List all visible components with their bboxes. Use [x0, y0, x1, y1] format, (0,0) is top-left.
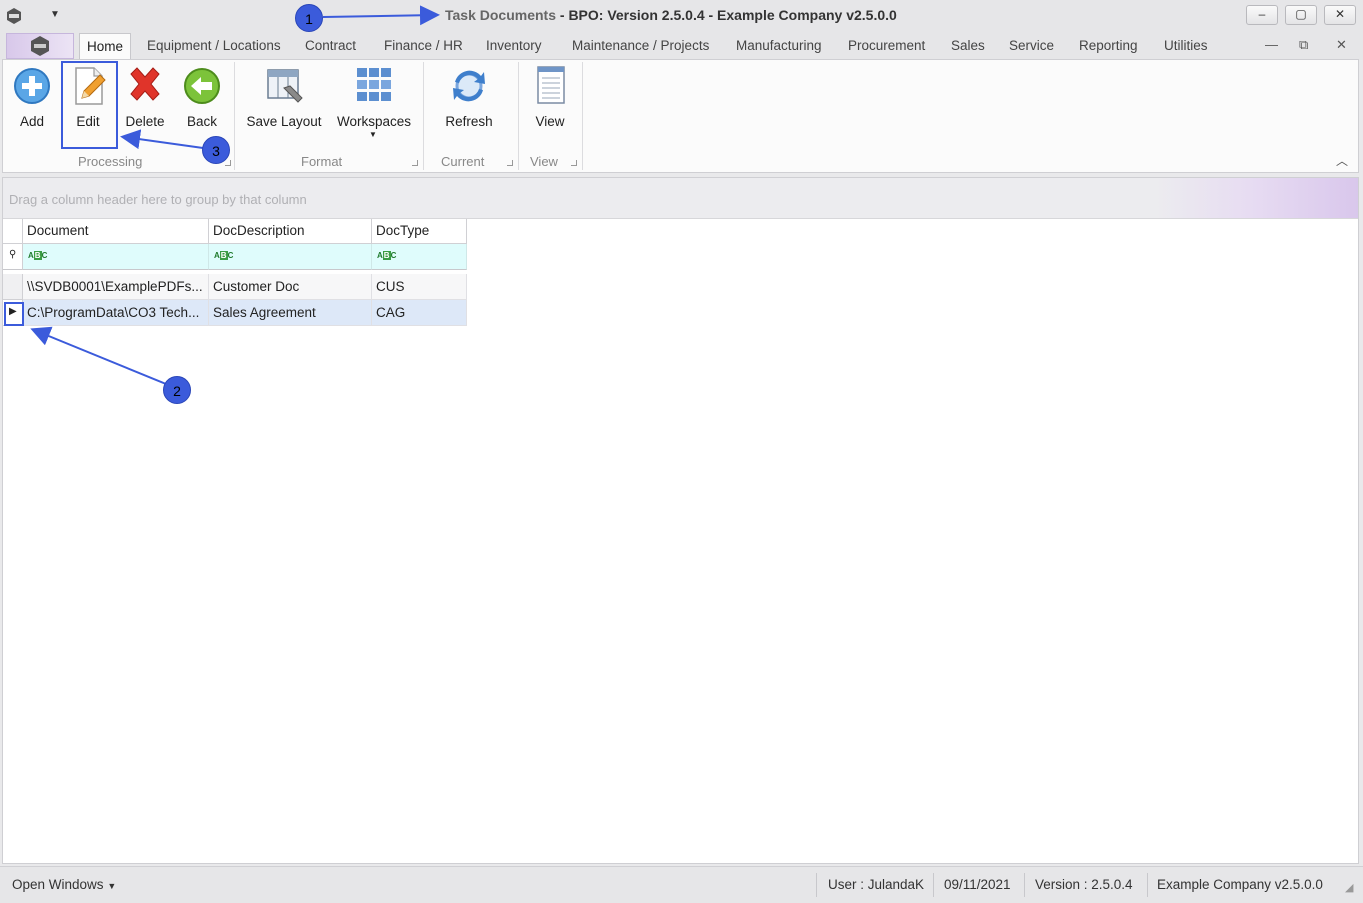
- column-header-docdescription[interactable]: DocDescription: [209, 219, 372, 244]
- column-header-document[interactable]: Document: [23, 219, 209, 244]
- restore-button[interactable]: ▢: [1285, 5, 1317, 25]
- status-bar: Open Windows ▼ User : JulandaK 09/11/202…: [0, 866, 1363, 903]
- tab-inventory[interactable]: Inventory: [486, 33, 542, 60]
- group-separator: [234, 62, 235, 170]
- resize-grip-icon[interactable]: ◢: [1345, 881, 1353, 894]
- add-icon: [14, 68, 50, 104]
- group-by-panel[interactable]: Drag a column header here to group by th…: [3, 178, 1358, 219]
- status-company: Example Company v2.5.0.0: [1157, 877, 1323, 892]
- tab-contract[interactable]: Contract: [305, 33, 356, 60]
- current-dialog-launcher-icon[interactable]: [507, 160, 513, 166]
- annotation-badge-1: 1: [295, 4, 323, 32]
- group-label-format: Format: [301, 154, 343, 169]
- table-cell-doctype[interactable]: CAG: [372, 300, 467, 326]
- tab-home[interactable]: Home: [79, 33, 132, 60]
- group-label-current: Current: [441, 154, 485, 169]
- status-separator: [933, 873, 934, 897]
- text-filter-icon: ABC: [28, 251, 48, 260]
- mdi-restore-icon[interactable]: ⧉: [1299, 37, 1308, 53]
- ribbon-tabs: Home Equipment / Locations Contract Fina…: [0, 33, 1363, 60]
- text-filter-icon: ABC: [377, 251, 397, 260]
- view-dialog-launcher-icon[interactable]: [571, 160, 577, 166]
- status-separator: [1147, 873, 1148, 897]
- app-menu-logo-icon: [31, 36, 49, 56]
- documents-grid: Drag a column header here to group by th…: [2, 177, 1359, 864]
- tab-manufacturing[interactable]: Manufacturing: [736, 33, 822, 60]
- workspaces-icon: [357, 68, 391, 101]
- status-date: 09/11/2021: [944, 877, 1011, 892]
- tab-reporting[interactable]: Reporting: [1079, 33, 1138, 60]
- quick-access-dropdown-icon[interactable]: ▼: [50, 9, 60, 20]
- format-dialog-launcher-icon[interactable]: [412, 160, 418, 166]
- delete-button[interactable]: Delete: [121, 64, 169, 150]
- minimize-button[interactable]: –: [1246, 5, 1278, 25]
- tab-service[interactable]: Service: [1009, 33, 1054, 60]
- filter-cell-docdescription[interactable]: ABC: [209, 244, 372, 270]
- edit-highlight-box: [61, 61, 118, 149]
- back-arrow-icon: [184, 68, 220, 104]
- row-indicator[interactable]: [3, 274, 23, 300]
- annotation-badge-2: 2: [163, 376, 191, 404]
- filter-pin-icon: ⚲: [9, 249, 17, 260]
- status-separator: [1024, 873, 1025, 897]
- refresh-button[interactable]: Refresh: [439, 64, 499, 150]
- table-cell-document[interactable]: C:\ProgramData\CO3 Tech...: [23, 300, 209, 326]
- table-cell-doctype[interactable]: CUS: [372, 274, 467, 300]
- filter-cell-document[interactable]: ABC: [23, 244, 209, 270]
- tab-finance-hr[interactable]: Finance / HR: [384, 33, 463, 60]
- group-separator: [518, 62, 519, 170]
- column-header-doctype[interactable]: DocType: [372, 219, 467, 244]
- tab-procurement[interactable]: Procurement: [848, 33, 925, 60]
- filter-cell-doctype[interactable]: ABC: [372, 244, 467, 270]
- group-separator: [582, 62, 583, 170]
- save-layout-icon: [267, 69, 303, 103]
- group-separator: [423, 62, 424, 170]
- mdi-close-icon[interactable]: ✕: [1336, 37, 1347, 53]
- title-bar: ▼ Task Documents - BPO: Version 2.5.0.4 …: [0, 0, 1363, 33]
- filter-row-indicator: ⚲: [3, 244, 23, 270]
- collapse-ribbon-icon[interactable]: ︿: [1336, 152, 1348, 169]
- application-menu-button[interactable]: [6, 33, 74, 59]
- close-button[interactable]: ✕: [1324, 5, 1356, 25]
- app-logo-icon[interactable]: [5, 7, 23, 25]
- row-highlight-box: [4, 302, 24, 326]
- processing-dialog-launcher-icon[interactable]: [225, 160, 231, 166]
- tab-maintenance-projects[interactable]: Maintenance / Projects: [572, 33, 709, 60]
- tab-sales[interactable]: Sales: [951, 33, 985, 60]
- table-cell-document[interactable]: \\SVDB0001\ExamplePDFs...: [23, 274, 209, 300]
- mdi-minimize-icon[interactable]: —: [1265, 37, 1278, 52]
- view-button[interactable]: View: [527, 64, 573, 150]
- status-version: Version : 2.5.0.4: [1035, 877, 1133, 892]
- group-label-view: View: [530, 154, 558, 169]
- row-indicator-header: [3, 219, 23, 244]
- open-windows-dropdown[interactable]: Open Windows ▼: [12, 877, 116, 892]
- window-title: Task Documents - BPO: Version 2.5.0.4 - …: [445, 7, 897, 23]
- delete-x-icon: [130, 67, 160, 101]
- refresh-icon: [453, 70, 485, 102]
- status-user: User : JulandaK: [828, 877, 925, 892]
- workspaces-dropdown-button[interactable]: Workspaces ▼: [335, 64, 413, 150]
- chevron-down-icon: ▼: [107, 881, 117, 891]
- tab-equipment-locations[interactable]: Equipment / Locations: [147, 33, 281, 60]
- text-filter-icon: ABC: [214, 251, 234, 260]
- add-button[interactable]: Add: [9, 64, 55, 150]
- tab-utilities[interactable]: Utilities: [1164, 33, 1208, 60]
- workspaces-dropdown-arrow-icon: ▼: [369, 130, 377, 139]
- view-document-icon: [537, 66, 565, 104]
- annotation-badge-3: 3: [202, 136, 230, 164]
- status-separator: [816, 873, 817, 897]
- table-cell-docdescription[interactable]: Customer Doc: [209, 274, 372, 300]
- group-label-processing: Processing: [78, 154, 143, 169]
- table-cell-docdescription[interactable]: Sales Agreement: [209, 300, 372, 326]
- save-layout-button[interactable]: Save Layout: [243, 64, 325, 150]
